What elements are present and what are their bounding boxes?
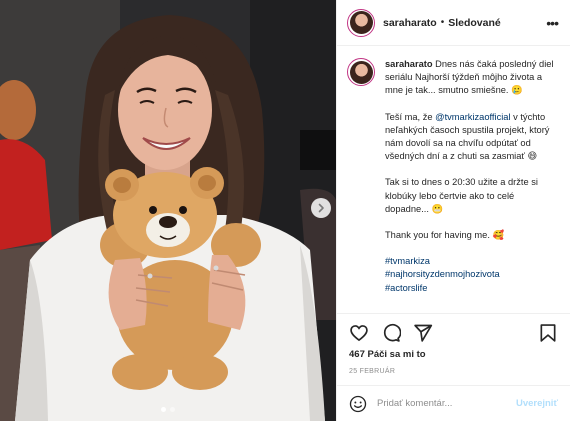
carousel-indicator bbox=[0, 407, 336, 412]
likes-number: 467 bbox=[349, 349, 365, 360]
post-photo[interactable] bbox=[0, 0, 336, 421]
photo-woman-with-teddy-bear bbox=[0, 0, 336, 421]
caption-emoji-2: 😄 bbox=[527, 151, 538, 163]
comment-input[interactable] bbox=[377, 398, 516, 409]
carousel-dot-active bbox=[161, 407, 166, 412]
next-photo-button[interactable] bbox=[311, 198, 331, 218]
emoji-icon[interactable] bbox=[349, 395, 367, 413]
likes-count[interactable]: 467 Páči sa mi to bbox=[349, 349, 558, 360]
caption-emoji-3: 😬 bbox=[431, 203, 444, 215]
caption-area: saraharato Dnes nás čaká posledný diel s… bbox=[337, 46, 570, 313]
header-separator: • bbox=[440, 17, 445, 28]
carousel-dot bbox=[170, 407, 175, 412]
hashtag-link[interactable]: #actorslife bbox=[385, 282, 558, 295]
caption-paragraph-3: Tak si to dnes o 20:30 užite a držte si … bbox=[385, 177, 538, 214]
caption-mention[interactable]: @tvmarkizaofficial bbox=[435, 112, 510, 122]
caption-emoji-1: 🥲 bbox=[511, 85, 523, 97]
bookmark-icon[interactable] bbox=[538, 323, 558, 343]
post-side-panel: saraharato • Sledované ••• saraharato Dn… bbox=[336, 0, 570, 421]
caption-paragraph-4: Thank you for having me. bbox=[385, 230, 490, 241]
post-actions: 467 Páči sa mi to 25 FEBRUÁR bbox=[337, 313, 570, 385]
instagram-post: saraharato • Sledované ••• saraharato Dn… bbox=[0, 0, 570, 421]
post-header: saraharato • Sledované ••• bbox=[337, 0, 570, 46]
share-icon[interactable] bbox=[413, 323, 433, 343]
hashtag-link[interactable]: #tvmarkiza bbox=[385, 255, 558, 268]
more-options-icon[interactable]: ••• bbox=[546, 15, 559, 31]
action-icon-row bbox=[349, 321, 558, 345]
likes-label: Páči sa mi to bbox=[367, 349, 426, 360]
heart-icon[interactable] bbox=[349, 323, 369, 343]
hashtag-link[interactable]: #najhorsityzdenmojhozivota bbox=[385, 268, 558, 281]
comment-icon[interactable] bbox=[381, 323, 401, 343]
publish-comment-button[interactable]: Uverejniť bbox=[516, 398, 558, 409]
next-arrow-icon bbox=[318, 203, 324, 213]
caption-username[interactable]: saraharato bbox=[385, 59, 433, 69]
author-username[interactable]: saraharato bbox=[383, 17, 437, 29]
follow-status-button[interactable]: Sledované bbox=[448, 17, 501, 29]
add-comment-bar: Uverejniť bbox=[337, 385, 570, 421]
caption-author-avatar[interactable] bbox=[347, 58, 375, 86]
post-date: 25 FEBRUÁR bbox=[349, 368, 396, 375]
caption-paragraph-2-start: Teší ma, že bbox=[385, 111, 436, 122]
author-avatar[interactable] bbox=[347, 8, 375, 37]
caption-emoji-4: 🥰 bbox=[492, 230, 505, 242]
post-caption: saraharato Dnes nás čaká posledný diel s… bbox=[385, 58, 558, 313]
